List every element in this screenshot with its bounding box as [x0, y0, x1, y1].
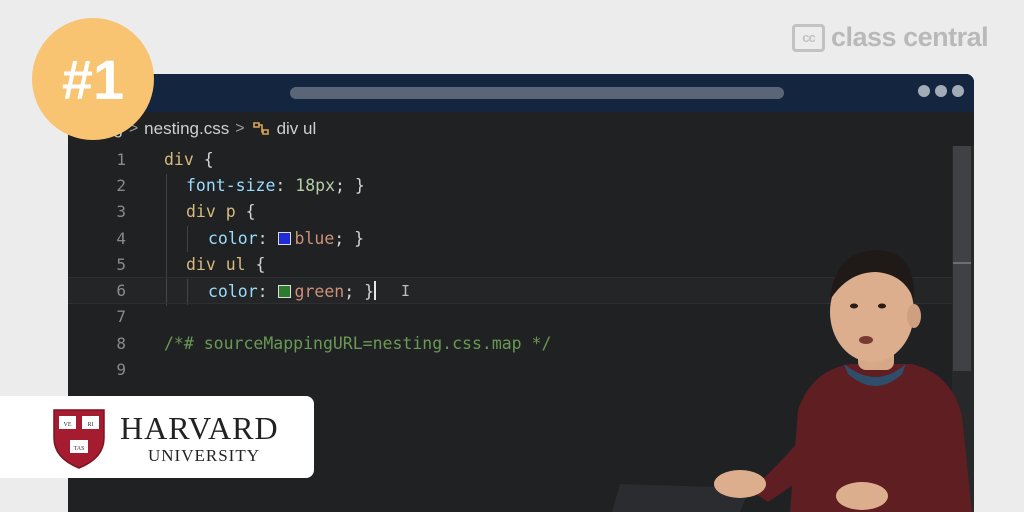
line-content: color: blue; }	[208, 229, 364, 248]
property: font-size	[186, 175, 276, 195]
line-content: div ul {	[186, 255, 265, 274]
line-number: 5	[116, 254, 126, 274]
line-number: 4	[116, 228, 126, 248]
university-name: HARVARD	[120, 410, 279, 446]
line-content: /*# sourceMappingURL=nesting.css.map */	[164, 334, 551, 353]
text-cursor	[374, 280, 377, 300]
presenter-figure	[612, 250, 972, 512]
breadcrumb-file[interactable]: nesting.css	[144, 119, 229, 139]
colon: :	[257, 281, 278, 301]
color-swatch-blue[interactable]	[277, 231, 291, 245]
line-number: 9	[116, 360, 126, 380]
terminator: ; }	[335, 175, 365, 195]
rank-badge: #1	[32, 18, 154, 140]
line-number: 8	[116, 333, 126, 353]
selector: div ul	[186, 254, 246, 274]
window-controls	[918, 85, 964, 97]
class-central-logo-text: class central	[831, 22, 989, 52]
ibeam-cursor-icon: I	[401, 281, 411, 300]
line-content: div {	[164, 150, 214, 169]
line-content: color: green; }	[208, 280, 377, 301]
breadcrumb-separator: >	[235, 120, 245, 137]
color-value: green	[294, 281, 345, 301]
line-number: 3	[116, 202, 126, 222]
shield-letters-ri: RI	[88, 422, 94, 428]
shield-letters-tas: TAS	[74, 446, 85, 452]
harvard-badge: VE RI TAS HARVARD UNIVERSITY	[0, 396, 314, 478]
line-number: 2	[116, 175, 126, 195]
brace: {	[193, 149, 214, 169]
brace: {	[245, 254, 266, 274]
code-line-3: 3 div p {	[68, 199, 974, 225]
selector: div	[164, 149, 194, 169]
colon: :	[257, 228, 278, 248]
window-dot-2[interactable]	[935, 85, 947, 97]
address-bar[interactable]	[290, 87, 784, 99]
terminator: ; }	[334, 228, 365, 248]
property: color	[208, 281, 258, 301]
terminator: ; }	[344, 281, 375, 301]
line-content: font-size: 18px; }	[186, 176, 365, 195]
comment: /*# sourceMappingURL=nesting.css.map */	[164, 333, 552, 353]
number-value: 18px	[295, 175, 336, 195]
colon: :	[275, 175, 296, 195]
harvard-shield-icon: VE RI TAS	[53, 409, 105, 469]
university-subtitle: UNIVERSITY	[148, 446, 260, 465]
window-dot-3[interactable]	[952, 85, 964, 97]
class-central-logo-mark: cc	[792, 23, 825, 52]
brace: {	[235, 202, 256, 222]
code-line-1: 1 div {	[68, 146, 974, 172]
color-swatch-green[interactable]	[277, 284, 291, 298]
class-central-logo: cc class central	[792, 22, 989, 53]
code-line-2: 2 font-size: 18px; }	[68, 172, 974, 198]
line-content: div p {	[186, 202, 256, 221]
css-symbol-icon	[252, 122, 269, 135]
line-number: 1	[116, 149, 126, 169]
property: color	[208, 228, 258, 248]
selector: div p	[186, 202, 236, 222]
line-number: 7	[116, 307, 126, 327]
color-value: blue	[294, 228, 335, 248]
window-title-bar	[68, 74, 974, 112]
breadcrumb-symbol[interactable]: div ul	[277, 119, 317, 139]
line-number: 6	[116, 281, 126, 301]
window-dot-1[interactable]	[918, 85, 930, 97]
shield-letters-ve: VE	[64, 422, 72, 428]
